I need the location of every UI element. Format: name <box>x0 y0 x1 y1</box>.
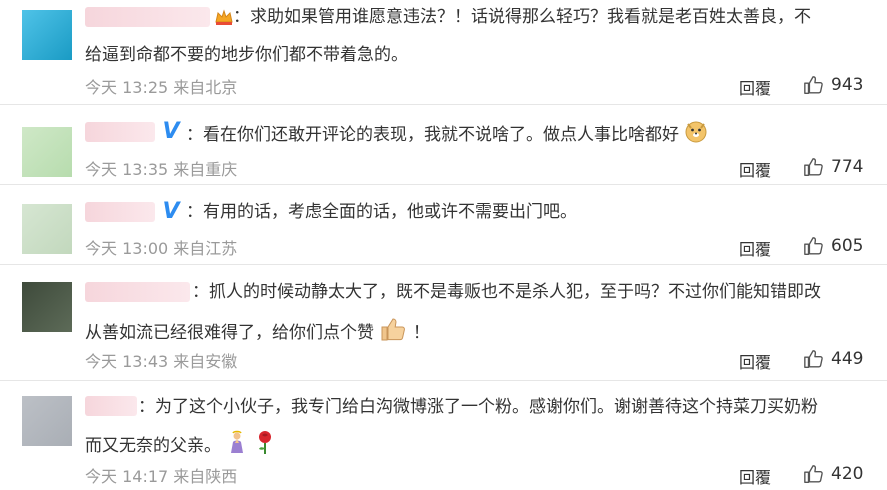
location: 来自安徽 <box>173 352 238 371</box>
comment-text: ：为了这个小伙子，我专门给白沟微博涨了一个粉。感谢你们。谢谢善待这个持菜刀买奶粉 <box>138 397 818 417</box>
comment-meta: 今天 14:17 来自陕西 <box>85 463 237 487</box>
timestamp: 今天 14:17 <box>85 467 169 486</box>
username-blurred[interactable] <box>85 282 190 302</box>
timestamp: 今天 13:25 <box>85 78 169 97</box>
timestamp: 今天 13:00 <box>85 239 169 258</box>
like-button[interactable]: 420 <box>803 463 863 485</box>
like-count: 943 <box>831 75 864 95</box>
comment-meta: 今天 13:00 来自江苏 <box>85 235 237 259</box>
doge-emoji-icon <box>684 119 708 151</box>
comment-meta: 今天 13:43 来自安徽 <box>85 348 237 372</box>
comment-text: 给逼到命都不要的地步你们都不带着急的。 <box>85 45 408 65</box>
comment-item: V ：看在你们还敢开评论的表现，我就不说啥了。做点人事比啥都好 今天 13:35… <box>0 104 887 185</box>
timestamp: 今天 13:43 <box>85 352 169 371</box>
location: 来自北京 <box>173 78 238 97</box>
username-blurred[interactable] <box>85 202 155 222</box>
reply-button[interactable]: 回覆 <box>739 464 771 488</box>
thumbs-up-emoji-icon <box>379 316 407 350</box>
like-button[interactable]: 449 <box>803 348 863 370</box>
location: 来自江苏 <box>173 239 238 258</box>
avatar[interactable] <box>22 127 72 177</box>
comment-item: ：求助如果管用谁愿意违法？！话说得那么轻巧？我看就是老百姓太善良，不 给逼到命都… <box>0 0 887 105</box>
like-button[interactable]: 605 <box>803 235 863 257</box>
like-button[interactable]: 774 <box>803 156 863 178</box>
thumbs-up-icon <box>804 237 823 255</box>
thumbs-up-icon <box>804 465 823 483</box>
thumbs-up-icon <box>804 76 823 94</box>
rose-emoji-icon <box>254 429 276 463</box>
avatar[interactable] <box>22 282 72 332</box>
avatar[interactable] <box>22 10 72 60</box>
pray-emoji-icon <box>226 430 248 462</box>
reply-button[interactable]: 回覆 <box>739 157 771 181</box>
comment-text: 而又无奈的父亲。 <box>85 429 276 463</box>
timestamp: 今天 13:35 <box>85 160 169 179</box>
comment-meta: 今天 13:35 来自重庆 <box>85 156 237 180</box>
avatar[interactable] <box>22 396 72 446</box>
reply-button[interactable]: 回覆 <box>739 236 771 260</box>
username-blurred[interactable] <box>85 396 137 416</box>
like-button[interactable]: 943 <box>803 74 863 96</box>
reply-button[interactable]: 回覆 <box>739 349 771 373</box>
username-blurred[interactable] <box>85 122 155 142</box>
thumbs-up-icon <box>804 158 823 176</box>
comment-text: 从善如流已经很难得了，给你们点个赞 ！ <box>85 316 430 350</box>
comment-text: ：求助如果管用谁愿意违法？！话说得那么轻巧？我看就是老百姓太善良，不 <box>233 7 811 27</box>
username-blurred[interactable] <box>85 7 210 27</box>
like-count: 605 <box>831 236 864 256</box>
avatar[interactable] <box>22 204 72 254</box>
comment-item: ：为了这个小伙子，我专门给白沟微博涨了一个粉。感谢你们。谢谢善待这个持菜刀买奶粉… <box>0 380 887 490</box>
crown-badge-icon <box>214 7 234 27</box>
thumbs-up-icon <box>804 350 823 368</box>
comment-item: ：抓人的时候动静太大了，既不是毒贩也不是杀人犯，至于吗？不过你们能知错即改 从善… <box>0 264 887 381</box>
comment-meta: 今天 13:25 来自北京 <box>85 74 237 98</box>
like-count: 420 <box>831 464 864 484</box>
location: 来自重庆 <box>173 160 238 179</box>
reply-button[interactable]: 回覆 <box>739 75 771 99</box>
location: 来自陕西 <box>173 467 238 486</box>
like-count: 449 <box>831 349 864 369</box>
comment-text: ：看在你们还敢开评论的表现，我就不说啥了。做点人事比啥都好 <box>186 119 708 151</box>
comment-text: ：有用的话，考虑全面的话，他或许不需要出门吧。 <box>186 202 577 222</box>
comment-item: V ：有用的话，考虑全面的话，他或许不需要出门吧。 今天 13:00 来自江苏 … <box>0 184 887 265</box>
like-count: 774 <box>831 157 864 177</box>
comment-text: ：抓人的时候动静太大了，既不是毒贩也不是杀人犯，至于吗？不过你们能知错即改 <box>192 282 821 302</box>
verified-v-icon: V <box>162 199 180 224</box>
verified-v-icon: V <box>162 119 180 144</box>
